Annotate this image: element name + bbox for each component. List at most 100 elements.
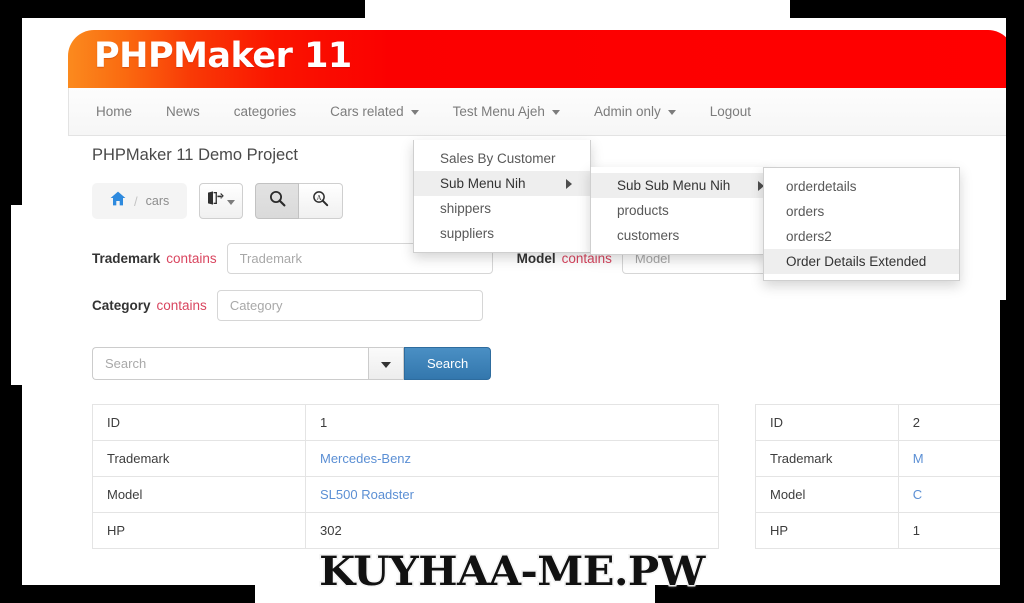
menu-item-label: shippers	[440, 201, 492, 216]
row-label: Model	[92, 476, 306, 513]
nav-item-label: Cars related	[330, 103, 404, 119]
row-value: M	[897, 440, 1005, 477]
main-navbar: Home News categories Cars related Test M…	[68, 88, 1014, 136]
row-label: HP	[92, 512, 306, 549]
filter-field-label: Trademark	[92, 251, 161, 266]
menu-item-products[interactable]: products	[591, 198, 767, 223]
nav-item-news[interactable]: News	[149, 88, 217, 134]
home-icon[interactable]	[110, 191, 126, 211]
search-button-label: Search	[427, 356, 469, 371]
row-label: Trademark	[92, 440, 306, 477]
frame-bar-left-top	[0, 0, 22, 205]
table-row: Model C	[755, 476, 1005, 513]
row-label: Trademark	[755, 440, 899, 477]
nav-item-admin-only[interactable]: Admin only	[577, 88, 693, 134]
row-label: ID	[755, 404, 899, 441]
menu-item-orderdetails[interactable]: orderdetails	[764, 174, 959, 199]
search-input[interactable]	[92, 347, 368, 380]
submenu-sub-sub-menu-nih: orderdetails orders orders2 Order Detail…	[763, 167, 960, 281]
menu-item-shippers[interactable]: shippers	[414, 196, 590, 221]
menu-item-suppliers[interactable]: suppliers	[414, 221, 590, 246]
nav-item-label: News	[166, 103, 200, 119]
record-table-2: ID 2 Trademark M Model C HP 1	[755, 404, 1005, 549]
menu-item-label: Sub Menu Nih	[440, 176, 526, 191]
chevron-down-icon	[551, 109, 560, 115]
table-row: HP 1	[755, 512, 1005, 549]
row-value: SL500 Roadster	[305, 476, 719, 513]
nav-item-cars-related[interactable]: Cars related	[313, 88, 436, 134]
chevron-down-icon	[227, 199, 236, 205]
advanced-search-button[interactable]: A	[299, 183, 344, 219]
menu-item-label: orders	[786, 204, 825, 219]
filter-operator-label: contains	[156, 298, 207, 313]
filter-operator-label: contains	[166, 251, 217, 266]
record-table-2-viewport: ID 2 Trademark M Model C HP 1	[755, 404, 1005, 549]
menu-item-sales-by-customer[interactable]: Sales By Customer	[414, 146, 590, 171]
menu-item-label: orderdetails	[786, 179, 857, 194]
search-options-dropdown[interactable]	[368, 347, 404, 380]
menu-item-customers[interactable]: customers	[591, 223, 767, 248]
nav-item-label: Logout	[709, 103, 752, 119]
menu-item-sub-menu-nih[interactable]: Sub Menu Nih	[414, 171, 590, 196]
search-icon	[269, 190, 286, 212]
brand-title: PHPMaker 11	[94, 36, 352, 76]
category-filter-input[interactable]	[216, 290, 483, 321]
advanced-search-icon: A	[312, 190, 329, 212]
export-share-icon	[207, 191, 225, 211]
submenu-sub-menu-nih: Sub Sub Menu Nih products customers	[590, 167, 768, 255]
search-submit-button[interactable]: Search	[404, 347, 492, 380]
row-label: Model	[755, 476, 899, 513]
row-value: 1	[897, 512, 1005, 549]
search-button-group: A	[255, 183, 344, 219]
menu-item-orders[interactable]: orders	[764, 199, 959, 224]
table-row: ID 1	[92, 404, 719, 441]
record-link[interactable]: C	[913, 487, 922, 502]
menu-item-label: Sub Sub Menu Nih	[617, 178, 731, 193]
record-link[interactable]: M	[913, 451, 924, 466]
nav-item-home[interactable]: Home	[79, 88, 149, 134]
filter-row-category: Category contains	[92, 290, 1014, 321]
breadcrumb[interactable]: / cars	[92, 183, 188, 219]
menu-item-label: orders2	[786, 229, 832, 244]
row-value: Mercedes-Benz	[305, 440, 719, 477]
search-bar: Search	[92, 347, 1014, 380]
chevron-right-icon	[566, 178, 572, 189]
nav-item-categories[interactable]: categories	[217, 88, 313, 134]
export-button[interactable]	[199, 183, 244, 219]
table-row: Trademark Mercedes-Benz	[92, 440, 719, 477]
table-row: HP 302	[92, 512, 719, 549]
nav-list: Home News categories Cars related Test M…	[69, 88, 1013, 134]
row-value: 1	[305, 404, 719, 441]
row-value: C	[897, 476, 1005, 513]
breadcrumb-separator: /	[134, 193, 138, 209]
chevron-down-icon	[667, 109, 676, 115]
frame-bar-right-top	[1006, 0, 1024, 300]
frame-bar-top-left	[0, 0, 365, 18]
row-value: 2	[897, 404, 1005, 441]
chevron-down-icon	[381, 361, 391, 368]
frame-bar-top-right	[790, 0, 1024, 18]
watermark-text: KUYHAA-ME.PW	[318, 547, 707, 597]
menu-item-sub-sub-menu-nih[interactable]: Sub Sub Menu Nih	[591, 173, 767, 198]
basic-search-button[interactable]	[255, 183, 300, 219]
record-link[interactable]: Mercedes-Benz	[320, 451, 411, 466]
nav-item-test-menu-ajeh[interactable]: Test Menu Ajeh	[436, 88, 577, 134]
record-link[interactable]: SL500 Roadster	[320, 487, 414, 502]
record-tables: ID 1 Trademark Mercedes-Benz Model SL500…	[92, 404, 1014, 549]
menu-item-orders2[interactable]: orders2	[764, 224, 959, 249]
nav-item-label: Home	[96, 103, 133, 119]
row-value: 302	[305, 512, 719, 549]
nav-item-label: Test Menu Ajeh	[452, 103, 545, 119]
nav-item-logout[interactable]: Logout	[693, 88, 768, 134]
menu-test-menu-ajeh: Sales By Customer Sub Menu Nih shippers …	[413, 140, 591, 253]
record-table-1: ID 1 Trademark Mercedes-Benz Model SL500…	[92, 404, 719, 549]
app-screenshot: PHPMaker 11 Home News categories Cars re…	[0, 0, 1024, 603]
page-canvas: PHPMaker 11 Home News categories Cars re…	[22, 18, 1014, 588]
menu-item-order-details-extended[interactable]: Order Details Extended	[764, 249, 959, 274]
nav-item-label: categories	[233, 103, 297, 119]
breadcrumb-current[interactable]: cars	[146, 194, 170, 208]
svg-text:A: A	[317, 194, 322, 202]
menu-item-label: Order Details Extended	[786, 254, 927, 269]
filter-field-label: Category	[92, 298, 151, 313]
filter-field-label: Model	[516, 251, 556, 266]
